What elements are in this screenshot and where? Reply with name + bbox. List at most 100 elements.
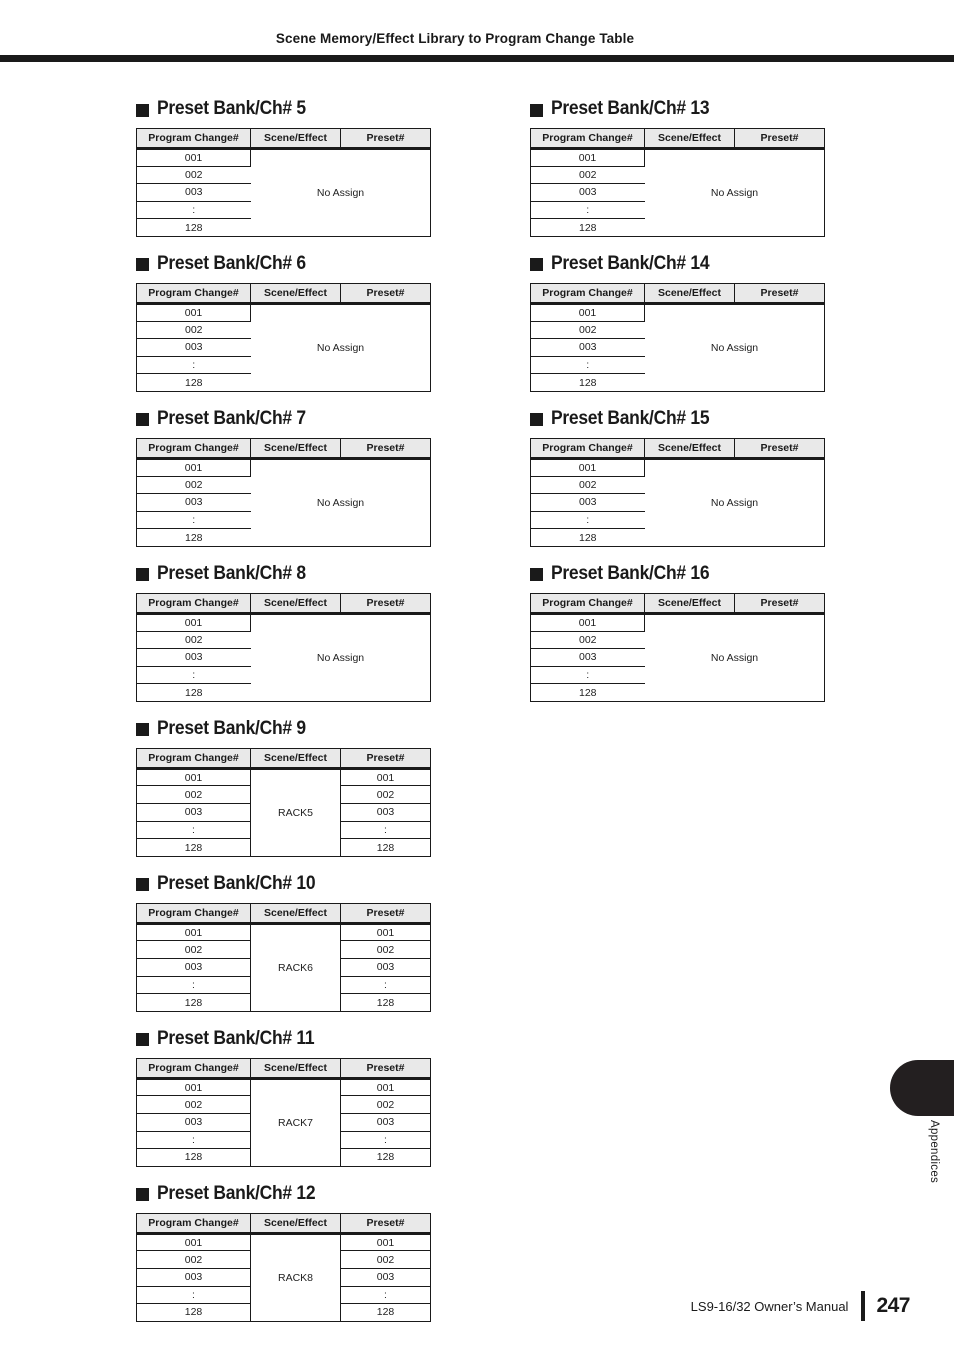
cell-program-change: 003 bbox=[136, 803, 251, 822]
cell-no-assign: No Assign bbox=[644, 613, 825, 702]
preset-bank-section: Preset Bank/Ch# 6 Program Change# Scene/Ef… bbox=[136, 252, 432, 392]
cell-program-change: 128 bbox=[184, 221, 203, 234]
cell-program-change: 002 bbox=[136, 631, 251, 650]
cell-no-assign: No Assign bbox=[644, 303, 825, 392]
column-header-program-change: Program Change# bbox=[136, 128, 251, 150]
cell-preset: 003 bbox=[340, 958, 431, 977]
cell-program-change: 128 bbox=[578, 221, 597, 234]
column-right: Preset Bank/Ch# 13 Program Change# Scene/E… bbox=[530, 97, 826, 717]
cell-program-change: : bbox=[136, 1131, 251, 1150]
cell-preset: 128 bbox=[376, 841, 395, 854]
bullet-square-icon bbox=[530, 568, 543, 582]
cell-preset: 001 bbox=[340, 923, 431, 942]
cell-program-change: 001 bbox=[136, 1233, 251, 1252]
preset-bank-section: Preset Bank/Ch# 11 Program Change# Scene/E… bbox=[136, 1027, 432, 1167]
cell-program-change: 128 bbox=[578, 376, 597, 389]
cell-program-change: 001 bbox=[136, 768, 251, 787]
section-heading-label: Preset Bank/Ch# 13 bbox=[551, 98, 710, 119]
section-heading: Preset Bank/Ch# 16 bbox=[530, 562, 826, 586]
table-header-row: Program Change# Scene/Effect Preset# bbox=[530, 593, 825, 615]
cell-program-change: 001 bbox=[136, 1078, 251, 1097]
table-header-row: Program Change# Scene/Effect Preset# bbox=[136, 438, 431, 460]
table-header-row: Program Change# Scene/Effect Preset# bbox=[136, 748, 431, 770]
table-row: 001 No Assign bbox=[530, 458, 825, 547]
footer-manual-title: LS9-16/32 Owner’s Manual bbox=[690, 1298, 849, 1314]
cell-program-change: 001 bbox=[530, 458, 645, 477]
cell-preset: 001 bbox=[340, 1233, 431, 1252]
column-header-preset: Preset# bbox=[340, 748, 431, 770]
section-heading-label: Preset Bank/Ch# 7 bbox=[157, 407, 306, 429]
bullet-square-icon bbox=[136, 1188, 149, 1202]
section-heading-label: Preset Bank/Ch# 12 bbox=[157, 1182, 316, 1204]
cell-program-change: : bbox=[136, 201, 251, 220]
section-heading: Preset Bank/Ch# 12 bbox=[136, 1182, 432, 1206]
program-change-table: Program Change# Scene/Effect Preset# 001 No … bbox=[530, 128, 825, 237]
bullet-square-icon bbox=[530, 258, 543, 272]
cell-program-change: 128 bbox=[578, 531, 597, 544]
preset-bank-section: Preset Bank/Ch# 9 Program Change# Scene/Ef… bbox=[136, 717, 432, 857]
preset-bank-section: Preset Bank/Ch# 12 Program Change# Scene/E… bbox=[136, 1182, 432, 1322]
cell-program-change: 128 bbox=[578, 686, 597, 699]
bullet-square-icon bbox=[136, 1033, 149, 1047]
table-row: 001 No Assign bbox=[136, 458, 431, 547]
column-header-program-change: Program Change# bbox=[136, 903, 251, 925]
bullet-square-icon bbox=[136, 413, 149, 427]
cell-no-assign: No Assign bbox=[250, 458, 431, 547]
section-heading: Preset Bank/Ch# 9 bbox=[136, 717, 432, 741]
cell-program-change: 128 bbox=[184, 686, 203, 699]
bullet-square-icon bbox=[136, 103, 149, 117]
cell-program-change: 128 bbox=[136, 1148, 251, 1167]
cell-program-change: 001 bbox=[530, 613, 645, 632]
bullet-square-icon bbox=[530, 413, 543, 427]
column-header-program-change: Program Change# bbox=[530, 438, 645, 460]
cell-program-change: 002 bbox=[136, 785, 251, 805]
cell-preset: 128 bbox=[376, 1151, 395, 1164]
cell-program-change: 001 bbox=[136, 458, 251, 477]
section-heading-label: Preset Bank/Ch# 5 bbox=[157, 98, 306, 119]
section-heading-label: Preset Bank/Ch# 11 bbox=[157, 1027, 315, 1049]
cell-no-assign: No Assign bbox=[250, 303, 431, 392]
section-tab-marker bbox=[890, 1060, 954, 1116]
section-tab-label: Appendices bbox=[928, 1120, 940, 1184]
column-header-program-change: Program Change# bbox=[136, 1058, 251, 1080]
program-change-table: Program Change# Scene/Effect Preset# 001 RAC… bbox=[136, 1212, 431, 1322]
preset-bank-section: Preset Bank/Ch# 5 Program Change# Scene/Ef… bbox=[136, 97, 432, 237]
column-left: Preset Bank/Ch# 5 Program Change# Scene/Ef… bbox=[136, 97, 432, 1337]
cell-preset: 128 bbox=[376, 1306, 395, 1319]
cell-preset: 001 bbox=[340, 1078, 431, 1097]
cell-program-change: 002 bbox=[530, 476, 645, 495]
bullet-square-icon bbox=[136, 723, 149, 737]
table-header-row: Program Change# Scene/Effect Preset# bbox=[136, 903, 431, 925]
column-header-scene-effect: Scene/Effect bbox=[644, 438, 735, 460]
section-heading: Preset Bank/Ch# 8 bbox=[136, 562, 432, 586]
table-row: 001 No Assign bbox=[136, 613, 431, 702]
cell-program-change: 003 bbox=[530, 183, 645, 202]
column-header-preset: Preset# bbox=[340, 593, 431, 615]
column-header-preset: Preset# bbox=[734, 283, 825, 305]
table-row: 001 RACK5 001 bbox=[136, 768, 431, 857]
preset-bank-section: Preset Bank/Ch# 16 Program Change# Scene/E… bbox=[530, 562, 826, 702]
program-change-table: Program Change# Scene/Effect Preset# 001 RAC… bbox=[136, 902, 431, 1012]
section-heading-label: Preset Bank/Ch# 6 bbox=[157, 252, 306, 274]
table-header-row: Program Change# Scene/Effect Preset# bbox=[136, 593, 431, 615]
column-header-program-change: Program Change# bbox=[136, 283, 251, 305]
column-header-preset: Preset# bbox=[734, 438, 825, 460]
section-heading-label: Preset Bank/Ch# 15 bbox=[551, 407, 710, 429]
section-heading: Preset Bank/Ch# 10 bbox=[136, 872, 432, 896]
cell-program-change: : bbox=[136, 511, 251, 530]
cell-preset: 003 bbox=[340, 1268, 431, 1287]
program-change-table: Program Change# Scene/Effect Preset# 001 No … bbox=[530, 437, 825, 547]
table-header-row: Program Change# Scene/Effect Preset# bbox=[136, 1213, 431, 1235]
table-header-row: Program Change# Scene/Effect Preset# bbox=[530, 128, 825, 150]
cell-program-change: : bbox=[136, 976, 251, 995]
cell-program-change: 003 bbox=[136, 183, 251, 202]
page-title: Scene Memory/Effect Library to Program C… bbox=[275, 31, 635, 46]
table-header-row: Program Change# Scene/Effect Preset# bbox=[136, 128, 431, 150]
cell-program-change: : bbox=[136, 821, 251, 840]
cell-program-change: 003 bbox=[530, 493, 645, 512]
section-heading: Preset Bank/Ch# 13 bbox=[530, 97, 826, 121]
cell-program-change: 002 bbox=[136, 166, 251, 185]
section-heading-label: Preset Bank/Ch# 14 bbox=[551, 252, 710, 274]
cell-program-change: 002 bbox=[530, 321, 645, 340]
program-change-table: Program Change# Scene/Effect Preset# 001 No … bbox=[136, 592, 431, 702]
